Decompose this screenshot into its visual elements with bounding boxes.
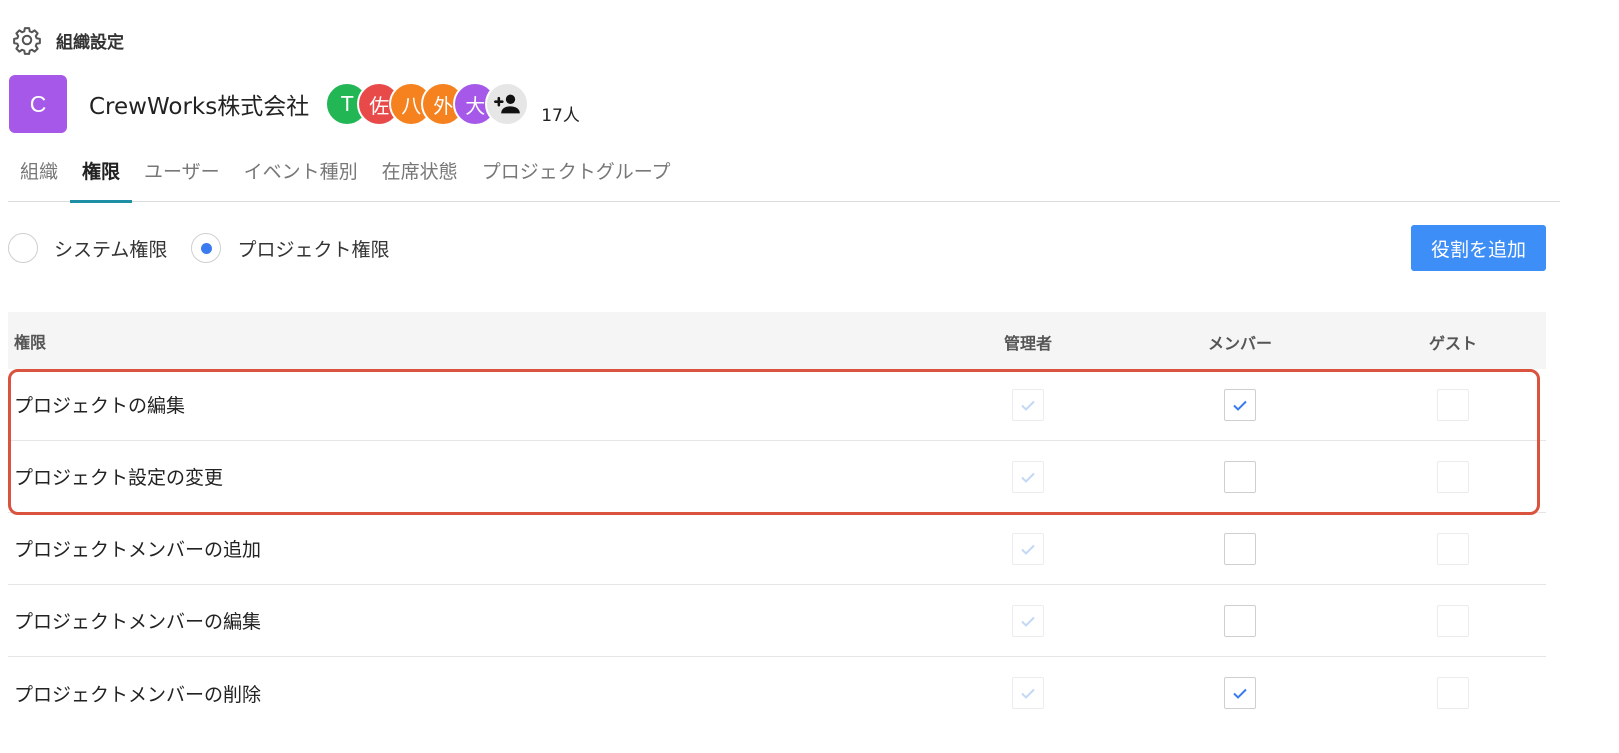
table-row: プロジェクトメンバーの削除 [8,657,1546,729]
permission-label: プロジェクトメンバーの追加 [14,539,262,561]
table-row: プロジェクトの編集 [8,369,1546,441]
admin-checkbox [1012,461,1044,493]
radio-project-permission[interactable]: プロジェクト権限 [191,233,389,263]
avatar-initial: 佐 [369,93,390,118]
radio-label[interactable]: プロジェクト権限 [237,235,389,262]
admin-checkbox [1012,533,1044,565]
member-checkbox[interactable] [1224,533,1256,565]
person-add-icon [494,94,521,114]
tab-organization[interactable]: 組織 [8,150,70,202]
admin-checkbox [1012,389,1044,421]
guest-checkbox [1437,677,1469,709]
tab-permissions[interactable]: 権限 [70,150,133,203]
member-count: 17人 [541,105,580,126]
checkmark-icon [1021,616,1035,627]
table-header: 権限 管理者 メンバー ゲスト [8,312,1546,369]
radio-button-selected[interactable] [191,233,222,263]
page-header: 組織設定 [12,24,124,56]
admin-checkbox [1012,677,1044,709]
avatar-initial: 大 [465,93,486,118]
settings-tabs: 組織 権限 ユーザー イベント種別 在席状態 プロジェクトグループ [8,150,1560,203]
permission-type-radio-group: システム権限 プロジェクト権限 [8,232,413,264]
org-name: CrewWorks株式会社 [89,94,310,120]
permission-label: プロジェクトメンバーの削除 [14,683,262,706]
radio-label[interactable]: システム権限 [54,235,167,262]
org-logo-letter: C [29,90,47,117]
avatar-initial: 八 [401,93,422,118]
radio-selected-dot [200,242,212,254]
table-row: プロジェクトメンバーの追加 [8,513,1546,585]
column-header-member: メンバー [1207,334,1272,353]
guest-checkbox [1437,533,1469,565]
checkmark-icon [1233,400,1247,411]
avatar-initial: 外 [433,93,454,118]
permission-label: プロジェクトの編集 [14,395,186,417]
checkmark-icon [1021,544,1035,555]
permissions-table: 権限 管理者 メンバー ゲスト プロジェクトの編集 プロジェクト設定の変更 プロジェ… [8,312,1546,729]
column-header-guest: ゲスト [1428,334,1477,353]
radio-button[interactable] [8,233,38,263]
guest-checkbox [1437,389,1469,421]
add-role-button[interactable]: 役割を追加 [1411,225,1546,271]
table-row: プロジェクトメンバーの編集 [8,585,1546,657]
org-logo: C [9,75,67,133]
checkmark-icon [1021,400,1035,411]
guest-checkbox [1437,605,1469,637]
tab-project-groups[interactable]: プロジェクトグループ [470,150,683,202]
checkmark-icon [1233,688,1247,699]
guest-checkbox [1437,461,1469,493]
column-header-permission: 権限 [14,332,47,352]
member-checkbox[interactable] [1224,605,1256,637]
radio-system-permission[interactable]: システム権限 [8,233,167,263]
permission-label: プロジェクトメンバーの編集 [14,611,262,633]
permission-label: プロジェクト設定の変更 [14,467,224,489]
page-title: 組織設定 [56,32,124,53]
table-body: プロジェクトの編集プロジェクト設定の変更プロジェクトメンバーの追加 プロジェクトメ… [8,369,1546,729]
column-header-admin: 管理者 [1003,334,1052,353]
member-checkbox[interactable] [1224,389,1256,421]
checkmark-icon [1021,688,1035,699]
member-checkbox[interactable] [1224,677,1256,709]
gear-icon [13,27,41,55]
avatar-initial: T [341,92,354,116]
organization-header: C CrewWorks株式会社 T 佐 八 外 大 17人 [9,75,580,133]
checkmark-icon [1021,472,1035,483]
tab-users[interactable]: ユーザー [132,150,232,202]
member-checkbox[interactable] [1224,461,1256,493]
add-member-button[interactable] [485,82,530,126]
admin-checkbox [1012,605,1044,637]
table-row: プロジェクト設定の変更 [8,441,1546,513]
tab-event-types[interactable]: イベント種別 [232,150,370,202]
member-avatars[interactable]: T 佐 八 外 大 [325,79,530,129]
tab-presence-status[interactable]: 在席状態 [370,150,470,202]
